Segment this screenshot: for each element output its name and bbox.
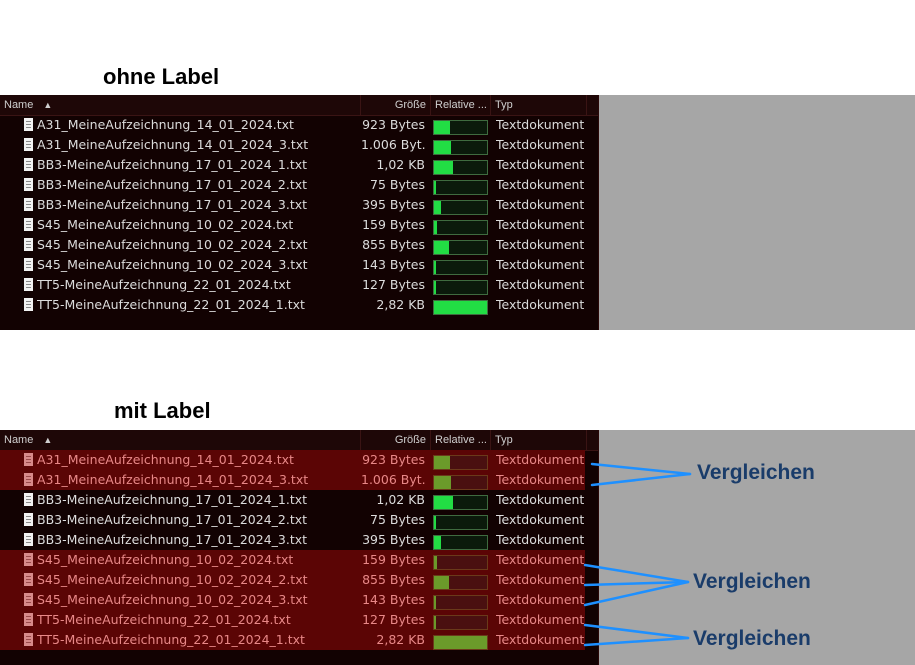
text-file-icon xyxy=(24,218,33,231)
relative-size-bar xyxy=(433,240,488,255)
relative-size-fill xyxy=(434,301,487,314)
relative-size-bar xyxy=(433,260,488,275)
file-type: Textdokument xyxy=(496,237,585,252)
relative-size-fill xyxy=(434,281,436,294)
column-size-header[interactable]: Größe xyxy=(361,95,431,115)
file-type: Textdokument xyxy=(496,157,585,172)
relative-size-bar xyxy=(433,300,488,315)
file-row[interactable]: BB3-MeineAufzeichnung_17_01_2024_1.txt 1,… xyxy=(0,155,598,175)
file-row[interactable]: S45_MeineAufzeichnung_10_02_2024_2.txt 85… xyxy=(0,235,598,255)
relative-size-fill xyxy=(434,221,437,234)
annotation-vergleichen-1: Vergleichen xyxy=(697,461,815,484)
text-file-icon xyxy=(24,198,33,211)
arrow-line xyxy=(583,636,690,647)
sort-ascending-icon: ▲ xyxy=(43,100,53,110)
file-name: BB3-MeineAufzeichnung_17_01_2024_2.txt xyxy=(37,177,308,192)
heading-mit-label: mit Label xyxy=(114,398,211,423)
file-row[interactable]: BB3-MeineAufzeichnung_17_01_2024_3.txt 39… xyxy=(0,195,598,215)
annotation-vergleichen-3: Vergleichen xyxy=(693,627,811,650)
file-name: S45_MeineAufzeichnung_10_02_2024.txt xyxy=(37,217,294,232)
panel-mit-label: Name ▲ Größe Relative ... Typ A31_MeineAu… xyxy=(0,430,915,665)
file-row[interactable]: TT5-MeineAufzeichnung_22_01_2024_1.txt 2,… xyxy=(0,295,598,315)
file-type: Textdokument xyxy=(496,217,585,232)
file-row[interactable]: S45_MeineAufzeichnung_10_02_2024.txt 159 … xyxy=(0,215,598,235)
file-size: 1,02 KB xyxy=(376,157,425,172)
file-size: 127 Bytes xyxy=(362,277,425,292)
file-size: 855 Bytes xyxy=(362,237,425,252)
relative-size-bar xyxy=(433,120,488,135)
file-row[interactable]: BB3-MeineAufzeichnung_17_01_2024_2.txt 75… xyxy=(0,175,598,195)
file-name: A31_MeineAufzeichnung_14_01_2024.txt xyxy=(37,117,294,132)
file-type: Textdokument xyxy=(496,117,585,132)
panel-ohne-label: Name ▲ Größe Relative ... Typ A31_MeineAu… xyxy=(0,95,915,330)
file-type: Textdokument xyxy=(496,197,585,212)
file-name: TT5-MeineAufzeichnung_22_01_2024.txt xyxy=(37,277,291,292)
arrow-line xyxy=(583,623,690,640)
file-size: 2,82 KB xyxy=(376,297,425,312)
text-file-icon xyxy=(24,118,33,131)
file-row[interactable]: A31_MeineAufzeichnung_14_01_2024_3.txt 1.… xyxy=(0,135,598,155)
file-type: Textdokument xyxy=(496,177,585,192)
relative-size-fill xyxy=(434,181,436,194)
arrow-line xyxy=(583,563,690,584)
file-row[interactable]: TT5-MeineAufzeichnung_22_01_2024.txt 127 … xyxy=(0,275,598,295)
column-name-header[interactable]: Name ▲ xyxy=(0,95,361,115)
text-file-icon xyxy=(24,278,33,291)
file-size: 1.006 Byt... xyxy=(361,137,425,152)
file-name: BB3-MeineAufzeichnung_17_01_2024_1.txt xyxy=(37,157,308,172)
file-name: S45_MeineAufzeichnung_10_02_2024_2.txt xyxy=(37,237,308,252)
column-type-header[interactable]: Typ xyxy=(491,95,587,115)
column-name-label: Name xyxy=(4,99,34,111)
text-file-icon xyxy=(24,298,33,311)
file-name: TT5-MeineAufzeichnung_22_01_2024_1.txt xyxy=(37,297,305,312)
relative-size-bar xyxy=(433,160,488,175)
column-relative-header[interactable]: Relative ... xyxy=(431,95,491,115)
file-size: 75 Bytes xyxy=(370,177,425,192)
text-file-icon xyxy=(24,238,33,251)
relative-size-bar xyxy=(433,280,488,295)
relative-size-bar xyxy=(433,200,488,215)
file-row[interactable]: S45_MeineAufzeichnung_10_02_2024_3.txt 14… xyxy=(0,255,598,275)
relative-size-bar xyxy=(433,220,488,235)
file-type: Textdokument xyxy=(496,257,585,272)
relative-size-fill xyxy=(434,121,450,134)
file-name: A31_MeineAufzeichnung_14_01_2024_3.txt xyxy=(37,137,309,152)
relative-size-fill xyxy=(434,141,451,154)
relative-size-bar xyxy=(433,180,488,195)
relative-size-fill xyxy=(434,241,449,254)
file-name: S45_MeineAufzeichnung_10_02_2024_3.txt xyxy=(37,257,308,272)
text-file-icon xyxy=(24,178,33,191)
file-name: BB3-MeineAufzeichnung_17_01_2024_3.txt xyxy=(37,197,308,212)
file-size: 395 Bytes xyxy=(362,197,425,212)
file-type: Textdokument xyxy=(496,297,585,312)
relative-size-fill xyxy=(434,201,441,214)
arrow-line xyxy=(590,472,692,487)
relative-size-fill xyxy=(434,161,453,174)
file-row[interactable]: A31_MeineAufzeichnung_14_01_2024.txt 923 … xyxy=(0,115,598,135)
file-size: 159 Bytes xyxy=(362,217,425,232)
file-size: 923 Bytes xyxy=(362,117,425,132)
heading-ohne-label: ohne Label xyxy=(103,64,220,89)
text-file-icon xyxy=(24,158,33,171)
file-type: Textdokument xyxy=(496,277,585,292)
relative-size-fill xyxy=(434,261,436,274)
text-file-icon xyxy=(24,138,33,151)
column-header: Name ▲ Größe Relative ... Typ xyxy=(0,95,598,116)
relative-size-bar xyxy=(433,140,488,155)
text-file-icon xyxy=(24,258,33,271)
annotation-vergleichen-2: Vergleichen xyxy=(693,570,811,593)
file-size: 143 Bytes xyxy=(362,257,425,272)
arrow-line xyxy=(590,462,692,476)
file-explorer-list: Name ▲ Größe Relative ... Typ A31_MeineAu… xyxy=(0,95,599,330)
file-type: Textdokument xyxy=(496,137,585,152)
